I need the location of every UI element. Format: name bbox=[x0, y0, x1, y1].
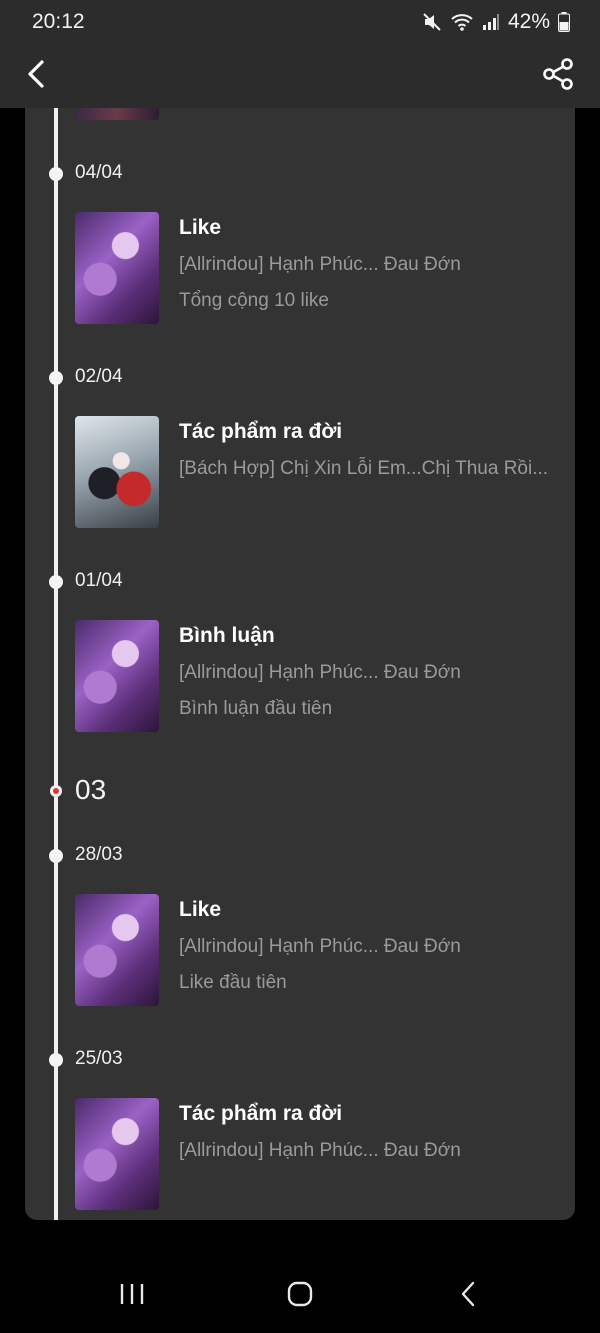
work-thumbnail bbox=[75, 212, 159, 324]
timeline-entry[interactable]: Tác phẩm ra đời [Allrindou] Hạnh Phúc...… bbox=[75, 1098, 555, 1210]
timeline-dot bbox=[49, 849, 63, 863]
back-icon bbox=[459, 1280, 477, 1313]
battery-icon bbox=[558, 12, 570, 32]
entry-work-title: [Bách Hợp] Chị Xin Lỗi Em...Chị Thua Rồi… bbox=[179, 458, 549, 479]
work-thumbnail bbox=[75, 416, 159, 528]
timeline-entry[interactable]: Tác phẩm ra đời [Bách Hợp] Chị Xin Lỗi E… bbox=[75, 416, 555, 528]
date-label: 02/04 bbox=[75, 366, 123, 387]
status-time: 20:12 bbox=[32, 10, 85, 33]
entry-work-title: [Allrindou] Hạnh Phúc... Đau Đớn bbox=[179, 936, 461, 957]
timeline-entry[interactable]: Like [Allrindou] Hạnh Phúc... Đau Đớn Li… bbox=[75, 894, 555, 1006]
entry-title: Tác phẩm ra đời bbox=[179, 1102, 343, 1125]
home-icon bbox=[286, 1280, 314, 1313]
month-label: 03 bbox=[75, 774, 107, 805]
back-button[interactable] bbox=[18, 54, 54, 98]
system-nav-bar bbox=[0, 1250, 600, 1333]
status-icons: 42% bbox=[422, 10, 570, 34]
recents-icon bbox=[118, 1282, 146, 1311]
recents-button[interactable] bbox=[112, 1280, 152, 1312]
entry-work-title: [Allrindou] Hạnh Phúc... Đau Đớn bbox=[179, 1140, 461, 1161]
share-icon bbox=[541, 57, 575, 96]
timeline-dot bbox=[49, 575, 63, 589]
mute-icon bbox=[422, 12, 442, 32]
entry-detail: Bình luận đầu tiên bbox=[179, 698, 333, 719]
timeline-entry[interactable]: Bình luận [Allrindou] Hạnh Phúc... Đau Đ… bbox=[75, 620, 555, 732]
entry-work-title: [Allrindou] Hạnh Phúc... Đau Đớn bbox=[179, 662, 461, 683]
date-label: 25/03 bbox=[75, 1048, 123, 1069]
entry-title: Tác phẩm ra đời bbox=[179, 420, 343, 443]
entry-title: Bình luận bbox=[179, 624, 275, 647]
work-thumbnail bbox=[75, 894, 159, 1006]
status-bar: 20:12 42% bbox=[0, 0, 600, 44]
chevron-left-icon bbox=[27, 59, 45, 94]
entry-detail: Tổng cộng 10 like bbox=[179, 290, 329, 311]
wifi-icon bbox=[450, 12, 474, 32]
signal-icon bbox=[482, 13, 500, 31]
work-thumbnail bbox=[75, 1098, 159, 1210]
previous-entry-thumbnail[interactable] bbox=[75, 108, 159, 120]
date-label: 01/04 bbox=[75, 570, 123, 591]
entry-title: Like bbox=[179, 898, 222, 921]
timeline-entry[interactable]: Like [Allrindou] Hạnh Phúc... Đau Đớn Tổ… bbox=[75, 212, 555, 324]
home-button[interactable] bbox=[280, 1280, 320, 1312]
battery-percent: 42% bbox=[507, 10, 550, 33]
timeline-dot bbox=[49, 371, 63, 385]
entry-title: Like bbox=[179, 216, 222, 239]
app-bar bbox=[0, 44, 600, 108]
timeline-card: 04/04 Like [Allrindou] Hạnh Phúc... Đau … bbox=[25, 108, 575, 1220]
timeline-dot bbox=[49, 1053, 63, 1067]
timeline-dot bbox=[49, 167, 63, 181]
entry-detail: Like đầu tiên bbox=[179, 972, 287, 993]
month-dot bbox=[50, 785, 62, 797]
entry-work-title: [Allrindou] Hạnh Phúc... Đau Đớn bbox=[179, 254, 461, 275]
share-button[interactable] bbox=[538, 56, 578, 96]
date-label: 28/03 bbox=[75, 844, 123, 865]
date-label: 04/04 bbox=[75, 162, 123, 183]
work-thumbnail bbox=[75, 620, 159, 732]
system-back-button[interactable] bbox=[448, 1280, 488, 1312]
